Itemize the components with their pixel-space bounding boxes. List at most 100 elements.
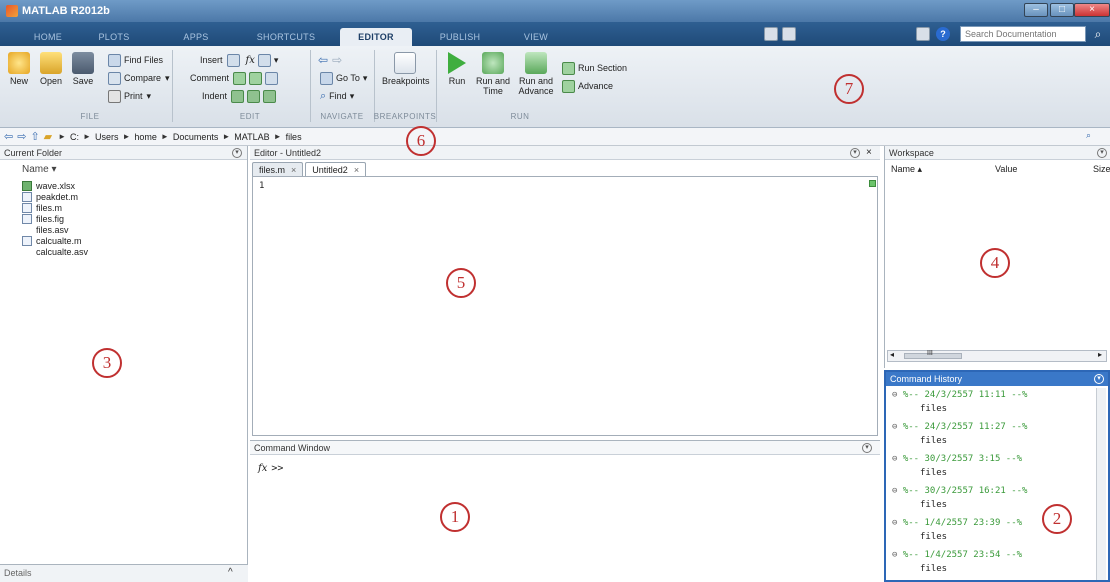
maximize-button[interactable]: □	[1050, 3, 1074, 17]
file-list-item[interactable]: peakdet.m	[22, 191, 78, 202]
indent-button[interactable]: Indent	[202, 88, 279, 104]
tab-apps[interactable]: APPS	[176, 28, 216, 46]
search-documentation-input[interactable]	[960, 26, 1086, 42]
search-icon[interactable]: ⌕	[1090, 26, 1106, 42]
history-command[interactable]: files	[892, 436, 1027, 446]
close-tab-icon[interactable]: ×	[291, 164, 296, 176]
tab-home[interactable]: HOME	[28, 28, 68, 46]
history-timestamp[interactable]: ⊖ %-- 1/4/2557 23:54 --%	[892, 550, 1022, 560]
file-list-item[interactable]: wave.xlsx	[22, 180, 75, 191]
history-session[interactable]: ⊖ %-- 24/3/2557 11:27 --% files	[892, 422, 1027, 446]
back-forward-buttons[interactable]: ⇦ ⇨	[318, 52, 342, 68]
horizontal-scrollbar[interactable]: ◂ III ▸	[887, 350, 1107, 362]
history-command[interactable]: files	[892, 532, 1022, 542]
collapse-icon[interactable]: ⊖	[892, 454, 903, 464]
collapse-icon[interactable]: ⊖	[892, 486, 903, 496]
history-timestamp[interactable]: ⊖ %-- 30/3/2557 16:21 --%	[892, 486, 1027, 496]
history-session[interactable]: ⊖ %-- 30/3/2557 3:15 --% files	[892, 454, 1022, 478]
go-to-button[interactable]: Go To ▾	[320, 70, 367, 86]
insert-section-icon[interactable]	[257, 53, 271, 67]
editor-tab-untitled2[interactable]: Untitled2 ×	[305, 162, 367, 176]
history-session[interactable]: ⊖ %-- 30/3/2557 16:21 --% files	[892, 486, 1027, 510]
back-icon[interactable]: ⇦	[4, 130, 13, 143]
panel-actions-icon[interactable]: ▾	[232, 148, 242, 158]
panel-actions-icon[interactable]: ▾	[862, 443, 872, 453]
tab-view[interactable]: VIEW	[516, 28, 556, 46]
value-column-header[interactable]: Value	[995, 164, 1017, 174]
history-timestamp[interactable]: ⊖ %-- 24/3/2557 11:11 --%	[892, 390, 1027, 400]
scrollbar-thumb[interactable]: III	[904, 350, 962, 359]
run-button[interactable]: Run	[442, 52, 472, 86]
close-button[interactable]: ×	[1074, 3, 1110, 17]
open-button[interactable]: Open	[36, 52, 66, 86]
editor-tab-files[interactable]: files.m ×	[252, 162, 304, 176]
function-browser-icon[interactable]: fx	[258, 463, 267, 474]
address-search-icon[interactable]: ⌕	[1086, 130, 1091, 141]
file-list-item[interactable]: files.asv	[22, 224, 69, 235]
forward-icon[interactable]: ⇨	[17, 130, 26, 143]
file-list-item[interactable]: calcualte.m	[22, 235, 82, 246]
history-command[interactable]: files	[892, 404, 1027, 414]
current-folder-address-bar[interactable]: ⇦ ⇨ ⇧ ▰ ► C: ► Users ► home ► Documents ► MA…	[0, 128, 1110, 146]
panel-actions-icon[interactable]: ▾	[1094, 374, 1104, 384]
run-section-button[interactable]: Run Section	[562, 60, 627, 76]
panel-actions-icon[interactable]: ▾	[1097, 148, 1107, 158]
breadcrumb-matlab[interactable]: MATLAB	[234, 132, 269, 142]
close-tab-icon[interactable]: ×	[354, 164, 359, 176]
print-button[interactable]: Print ▾	[108, 88, 151, 104]
file-list-item[interactable]: files.fig	[22, 213, 64, 224]
browse-folder-icon[interactable]: ▰	[44, 130, 52, 143]
history-command[interactable]: files	[892, 468, 1022, 478]
command-window-panel[interactable]: Command Window ▾ fx >>	[250, 440, 880, 582]
insert-button[interactable]: Insert fx ▾	[200, 52, 278, 68]
back-arrow-icon[interactable]: ⇦	[318, 53, 328, 67]
close-editor-icon[interactable]: ×	[866, 147, 872, 158]
advance-button[interactable]: Advance	[562, 78, 613, 94]
wrap-comment-icon[interactable]	[265, 71, 279, 85]
history-command[interactable]: files	[892, 500, 1027, 510]
history-session[interactable]: ⊖ %-- 1/4/2557 23:54 --% files	[892, 550, 1022, 574]
quick-access-icon[interactable]	[782, 27, 796, 41]
tab-publish[interactable]: PUBLISH	[432, 28, 488, 46]
help-icon[interactable]: ?	[936, 27, 950, 41]
breakpoints-button[interactable]: Breakpoints	[382, 52, 430, 86]
find-button[interactable]: ⌕ Find ▾	[320, 88, 354, 104]
decrease-indent-icon[interactable]	[263, 89, 277, 103]
vertical-scrollbar[interactable]	[1096, 388, 1106, 580]
comment-button[interactable]: Comment	[190, 70, 281, 86]
new-button[interactable]: New	[4, 52, 34, 86]
forward-arrow-icon[interactable]: ⇨	[332, 53, 342, 67]
quick-access-icon[interactable]	[764, 27, 778, 41]
history-command[interactable]: files	[892, 564, 1022, 574]
history-session[interactable]: ⊖ %-- 24/3/2557 11:11 --% files	[892, 390, 1027, 414]
run-and-time-button[interactable]: Run and Time	[474, 52, 512, 96]
collapse-icon[interactable]: ⊖	[892, 390, 903, 400]
name-column-header[interactable]: Name ▾	[22, 164, 57, 175]
details-panel[interactable]: Details ^	[0, 564, 248, 582]
compare-button[interactable]: Compare ▾	[108, 70, 170, 86]
run-and-advance-button[interactable]: Run and Advance	[516, 52, 556, 96]
increase-indent-icon[interactable]	[247, 89, 261, 103]
fx-icon[interactable]: fx	[246, 55, 255, 66]
collapse-icon[interactable]: ⊖	[892, 550, 903, 560]
tab-editor[interactable]: EDITOR	[340, 28, 412, 46]
tab-shortcuts[interactable]: SHORTCUTS	[256, 28, 316, 46]
breadcrumb-files[interactable]: files	[286, 132, 302, 142]
history-timestamp[interactable]: ⊖ %-- 24/3/2557 11:27 --%	[892, 422, 1027, 432]
file-list-item[interactable]: files.m	[22, 202, 62, 213]
minimize-button[interactable]: –	[1024, 3, 1048, 17]
code-editor-area[interactable]: 1	[252, 176, 878, 436]
history-timestamp[interactable]: ⊖ %-- 30/3/2557 3:15 --%	[892, 454, 1022, 464]
size-column-header[interactable]: Size	[1093, 164, 1110, 174]
collapse-icon[interactable]: ⊖	[892, 518, 903, 528]
community-icon[interactable]	[916, 27, 930, 41]
collapse-icon[interactable]: ⊖	[892, 422, 903, 432]
breadcrumb-drive[interactable]: C:	[70, 132, 79, 142]
breadcrumb-documents[interactable]: Documents	[173, 132, 219, 142]
uncomment-icon[interactable]	[249, 71, 263, 85]
command-prompt[interactable]: fx >>	[258, 463, 283, 474]
breadcrumb-users[interactable]: Users	[95, 132, 119, 142]
save-button[interactable]: Save	[68, 52, 98, 86]
expand-details-icon[interactable]: ^	[228, 565, 233, 581]
up-folder-icon[interactable]: ⇧	[30, 130, 39, 143]
